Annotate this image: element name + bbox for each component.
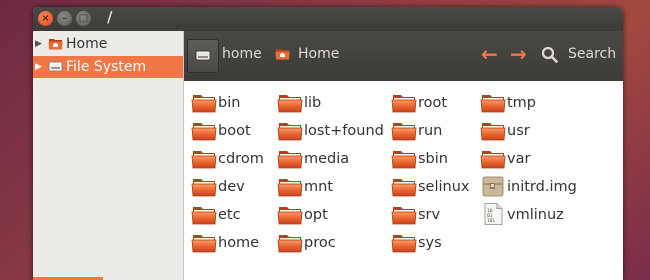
window-title: / [107,8,113,26]
folder-icon [191,119,217,141]
file-name: mnt [304,179,333,195]
file-name: home [218,235,260,251]
folder-icon [191,203,217,225]
file-name: cdrom [218,151,264,167]
file-name: selinux [418,179,470,195]
folder-icon [277,119,303,141]
search-icon[interactable] [541,46,558,63]
sidebar-item-file-system[interactable]: ▶ File System [33,56,183,78]
sidebar: ▶ Home ▶ File System [33,31,184,280]
svg-text:101: 101 [487,218,495,224]
folder-icon [391,203,417,225]
file-name: usr [507,123,530,139]
folder-icon [480,147,506,169]
file-name: dev [218,179,245,195]
file-name: vmlinuz [507,207,564,223]
binary-file-icon: 10 01 101 [484,203,503,225]
file-name: var [507,151,531,167]
minimize-button[interactable]: – [57,11,72,26]
close-button[interactable]: × [38,11,53,26]
folder-icon [277,203,303,225]
folder-icon [277,231,303,253]
file-name: boot [218,123,251,139]
sidebar-item-home[interactable]: ▶ Home [33,33,183,55]
folder-icon [480,119,506,141]
file-name: initrd.img [507,179,577,195]
expander-arrow-icon[interactable]: ▶ [35,35,42,53]
file-name: lost+found [304,123,384,139]
expander-arrow-icon[interactable]: ▶ [35,58,42,76]
file-name: srv [418,207,441,223]
forward-arrow-icon[interactable]: → [510,44,527,64]
file-name: media [304,151,350,167]
folder-icon [480,91,506,113]
file-manager-window: × – □ / ▶ Home ▶ File System home Home ←… [33,7,623,280]
folder-icon [391,91,417,113]
folder-icon [391,175,417,197]
folder-icon [277,147,303,169]
file-view: bin boot cdrom dev etc home lib lost+fou… [184,81,623,280]
file-name: root [418,95,448,111]
sidebar-item-label: Home [66,36,108,52]
drive-icon [48,61,63,72]
maximize-button[interactable]: □ [76,11,91,26]
back-arrow-icon[interactable]: ← [481,44,498,64]
breadcrumb-home[interactable]: home [222,45,262,63]
breadcrumb-root[interactable] [187,39,219,73]
folder-icon [391,231,417,253]
file-name: sbin [418,151,448,167]
file-name: tmp [507,95,537,111]
folder-icon [277,91,303,113]
file-name: sys [418,235,442,251]
file-name: run [418,123,443,139]
file-name: opt [304,207,328,223]
breadcrumb-label: Home [298,46,340,62]
toolbar: home Home ← → Search [184,31,623,81]
home-folder-icon [275,49,290,60]
folder-icon [191,231,217,253]
file-name: proc [304,235,336,251]
folder-icon [191,91,217,113]
file-name: bin [218,95,241,111]
home-folder-icon [48,39,63,50]
file-name: lib [304,95,322,111]
folder-icon [277,175,303,197]
drive-icon [195,50,211,61]
folder-icon [191,147,217,169]
search-label[interactable]: Search [568,45,616,63]
file-name: etc [218,207,241,223]
sidebar-item-label: File System [66,59,147,75]
archive-file-icon [482,176,504,197]
folder-icon [191,175,217,197]
folder-icon [391,147,417,169]
title-bar: × – □ / [33,7,623,31]
folder-icon [391,119,417,141]
